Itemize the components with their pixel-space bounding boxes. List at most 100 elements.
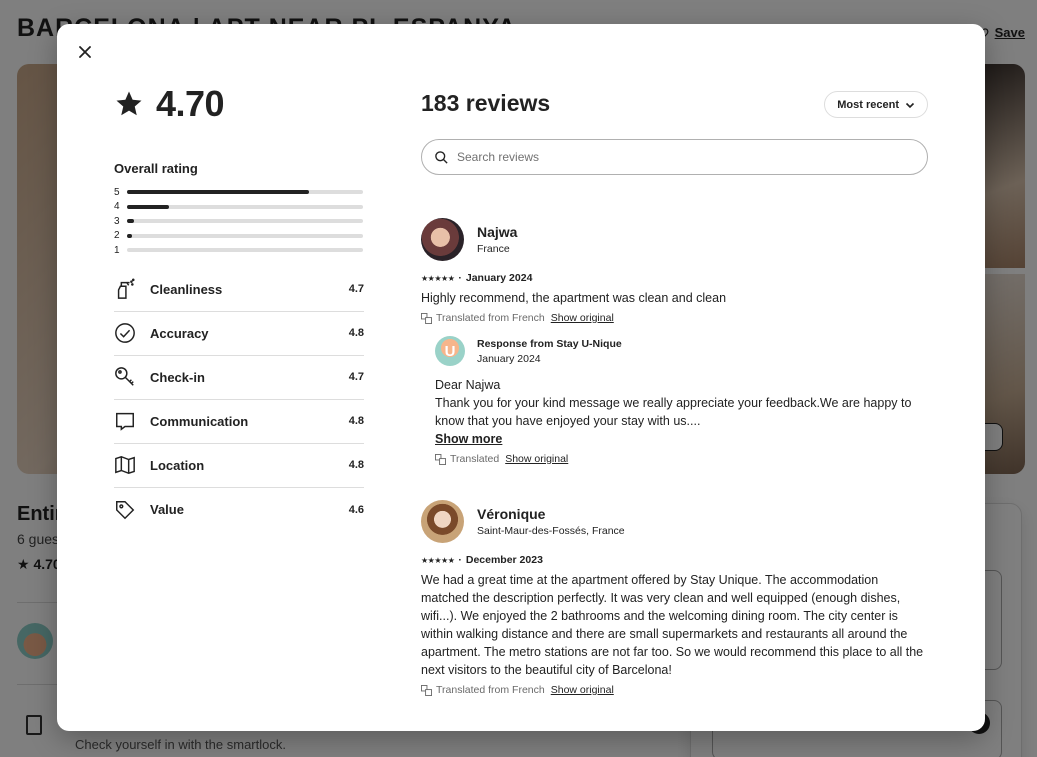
histogram-star-label: 3	[114, 215, 120, 227]
reviews-count: 183 reviews	[421, 90, 551, 116]
review-text: Highly recommend, the apartment was clea…	[421, 291, 727, 305]
translation-note: Translated Show original	[435, 453, 928, 465]
response-header: U Response from Stay U-Nique January 202…	[435, 336, 928, 366]
sort-label: Most recent	[837, 98, 899, 111]
category-label: Check-in	[150, 369, 205, 385]
response-from: Response from Stay U-Nique	[477, 338, 622, 350]
review-item: Najwa France ★★★★★ · January 2024 Highly…	[421, 217, 928, 465]
key-icon	[114, 366, 136, 388]
show-original-link[interactable]: Show original	[551, 684, 614, 696]
translation-note: Translated from French Show original	[421, 684, 928, 696]
response-text: Dear Najwa Thank you for your kind messa…	[435, 376, 928, 430]
search-input[interactable]	[457, 150, 897, 164]
category-row-value: Value 4.6	[114, 488, 364, 532]
histogram-row: 1	[114, 243, 364, 258]
star-icon	[116, 91, 142, 116]
host-avatar[interactable]: U	[435, 336, 465, 366]
histogram-bar	[127, 190, 309, 195]
histogram-row: 2	[114, 229, 364, 244]
response-greeting: Dear Najwa	[435, 378, 501, 392]
category-value: 4.7	[348, 371, 364, 383]
histogram-bar	[127, 204, 169, 209]
close-button[interactable]	[73, 40, 97, 64]
category-value: 4.8	[348, 459, 364, 471]
show-more-link[interactable]: Show more	[435, 432, 502, 446]
category-label: Cleanliness	[150, 281, 223, 297]
translate-icon	[435, 453, 446, 465]
histogram-bar	[127, 219, 134, 224]
category-label: Accuracy	[150, 325, 209, 341]
separator: ·	[458, 272, 462, 284]
reviewer-name: Najwa	[477, 223, 518, 240]
review-stars: ★★★★★	[421, 555, 455, 565]
overall-score: 4.70	[114, 83, 364, 124]
category-label: Communication	[150, 413, 249, 429]
rating-summary: 4.70 Overall rating 5 4 3 2 1 Cleanlines…	[114, 83, 364, 532]
category-row-communication: Communication 4.8	[114, 400, 364, 444]
category-ratings: Cleanliness 4.7 Accuracy 4.8 Check-in 4.…	[114, 268, 364, 532]
reviews-header: 183 reviews Most recent	[421, 90, 928, 120]
check-circle-icon	[114, 322, 136, 344]
reviewer-location: Saint-Maur-des-Fossés, France	[477, 524, 625, 537]
translated-label: Translated from French	[436, 684, 545, 696]
histogram-row: 5	[114, 185, 364, 200]
show-original-link[interactable]: Show original	[551, 312, 614, 324]
histogram-star-label: 4	[114, 201, 120, 213]
search-icon	[435, 150, 448, 164]
separator: ·	[458, 554, 462, 566]
category-value: 4.7	[348, 283, 364, 295]
translated-label: Translated from French	[436, 312, 545, 324]
translation-note: Translated from French Show original	[421, 312, 928, 324]
review-header: Najwa France	[421, 217, 928, 261]
close-icon	[79, 46, 91, 58]
histogram-track	[127, 190, 363, 195]
review-meta: ★★★★★ · December 2023	[421, 554, 928, 566]
review-stars: ★★★★★	[421, 273, 455, 283]
reviews-modal: 4.70 Overall rating 5 4 3 2 1 Cleanlines…	[57, 24, 985, 731]
histogram-track	[127, 219, 363, 224]
show-original-link[interactable]: Show original	[505, 453, 568, 465]
category-row-location: Location 4.8	[114, 444, 364, 488]
category-label: Value	[150, 502, 184, 517]
translate-icon	[421, 312, 432, 324]
translated-label: Translated	[450, 453, 500, 465]
sort-dropdown[interactable]: Most recent	[824, 91, 928, 118]
category-value: 4.8	[348, 415, 364, 427]
map-icon	[114, 454, 136, 476]
histogram-bar	[127, 233, 132, 238]
overall-score-value: 4.70	[156, 83, 225, 124]
histogram-track	[127, 204, 363, 209]
response-body: Thank you for your kind message we reall…	[435, 396, 912, 428]
search-reviews-field[interactable]	[421, 139, 928, 175]
reviewer-location: France	[477, 242, 510, 255]
spray-bottle-icon	[114, 278, 136, 300]
review-text: We had a great time at the apartment off…	[421, 573, 924, 677]
category-label: Location	[150, 457, 205, 473]
review-meta: ★★★★★ · January 2024	[421, 272, 928, 284]
review-header: Véronique Saint-Maur-des-Fossés, France	[421, 499, 928, 543]
histogram-star-label: 2	[114, 230, 120, 242]
overall-rating-label: Overall rating	[114, 161, 198, 176]
category-value: 4.8	[348, 327, 364, 339]
avatar[interactable]	[421, 217, 464, 261]
histogram-track	[127, 233, 363, 238]
category-row-accuracy: Accuracy 4.8	[114, 312, 364, 356]
chevron-down-icon	[905, 102, 915, 108]
histogram-track	[127, 248, 363, 253]
response-date: January 2024	[477, 353, 541, 365]
histogram-row: 4	[114, 200, 364, 215]
avatar[interactable]	[421, 499, 464, 543]
category-row-check-in: Check-in 4.7	[114, 356, 364, 400]
review-date: January 2024	[465, 272, 533, 284]
histogram-star-label: 5	[114, 186, 120, 198]
category-row-cleanliness: Cleanliness 4.7	[114, 268, 364, 312]
reviewer-name: Véronique	[477, 505, 546, 522]
histogram-star-label: 1	[114, 244, 120, 256]
host-response: U Response from Stay U-Nique January 202…	[435, 336, 928, 465]
histogram-row: 3	[114, 214, 364, 229]
message-icon	[114, 410, 136, 432]
review-item: Véronique Saint-Maur-des-Fossés, France …	[421, 499, 928, 696]
review-date: December 2023	[465, 554, 543, 566]
rating-histogram: 5 4 3 2 1	[114, 185, 364, 258]
translate-icon	[421, 684, 432, 696]
